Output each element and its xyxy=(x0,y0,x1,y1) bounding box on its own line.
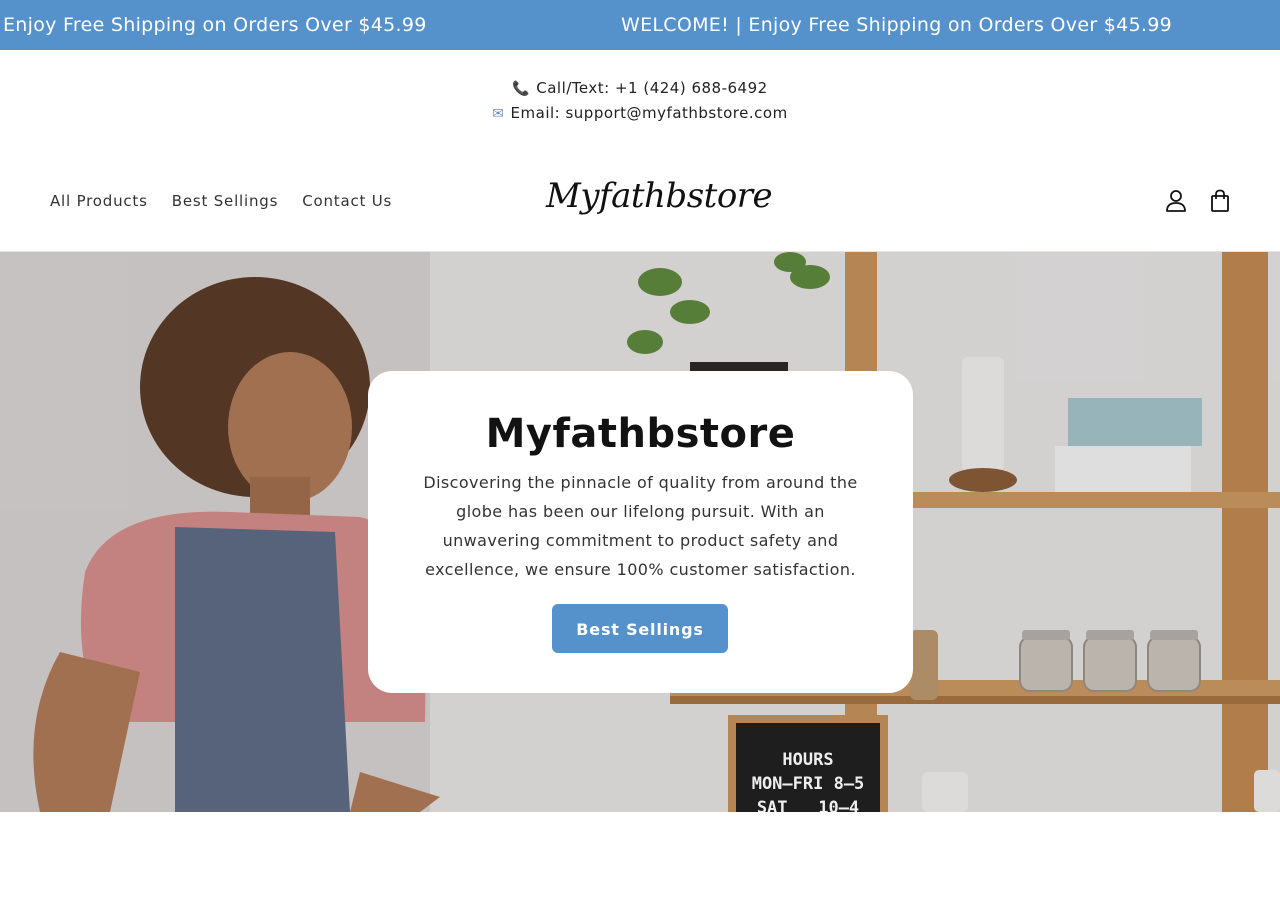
hero-title: Myfathbstore xyxy=(485,411,796,457)
phone-icon: 📞 xyxy=(512,81,531,97)
contact-phone-text: Call/Text: +1 (424) 688-6492 xyxy=(536,79,768,97)
hours-sign: HOURS MON—FRI 8—5 SAT 10—4 xyxy=(736,748,880,812)
hours-sign-saturday: SAT 10—4 xyxy=(756,798,860,812)
main-nav: All Products Best Sellings Contact Us xyxy=(50,190,392,212)
header-icons xyxy=(1164,188,1232,214)
contact-email-text: Email: support@myfathbstore.com xyxy=(510,104,788,122)
nav-all-products[interactable]: All Products xyxy=(50,190,148,212)
contact-email[interactable]: ✉ Email: support@myfathbstore.com xyxy=(0,101,1280,126)
site-logo[interactable]: Myfathbstore xyxy=(546,170,773,222)
site-header: All Products Best Sellings Contact Us My… xyxy=(0,150,1280,252)
announcement-message: Enjoy Free Shipping on Orders Over $45.9… xyxy=(3,14,427,36)
hours-sign-weekday: MON—FRI 8—5 xyxy=(751,774,865,794)
hero-banner: HOURS MON—FRI 8—5 SAT 10—4 Myfathbstore … xyxy=(0,252,1280,812)
best-sellings-button[interactable]: Best Sellings xyxy=(552,604,728,653)
nav-best-sellings[interactable]: Best Sellings xyxy=(172,190,278,212)
announcement-bar: Enjoy Free Shipping on Orders Over $45.9… xyxy=(0,0,1280,50)
announcement-message: WELCOME! | Enjoy Free Shipping on Orders… xyxy=(621,14,1173,36)
cart-icon[interactable] xyxy=(1208,188,1232,214)
envelope-icon: ✉ xyxy=(492,106,505,122)
hero-description: Discovering the pinnacle of quality from… xyxy=(423,473,858,579)
nav-contact-us[interactable]: Contact Us xyxy=(302,190,392,212)
hours-sign-title: HOURS xyxy=(782,750,834,770)
account-icon[interactable] xyxy=(1164,188,1188,214)
contact-phone[interactable]: 📞 Call/Text: +1 (424) 688-6492 xyxy=(0,76,1280,101)
contact-info: 📞 Call/Text: +1 (424) 688-6492 ✉ Email: su… xyxy=(0,76,1280,126)
hero-card: Myfathbstore Discovering the pinnacle of… xyxy=(368,371,913,693)
